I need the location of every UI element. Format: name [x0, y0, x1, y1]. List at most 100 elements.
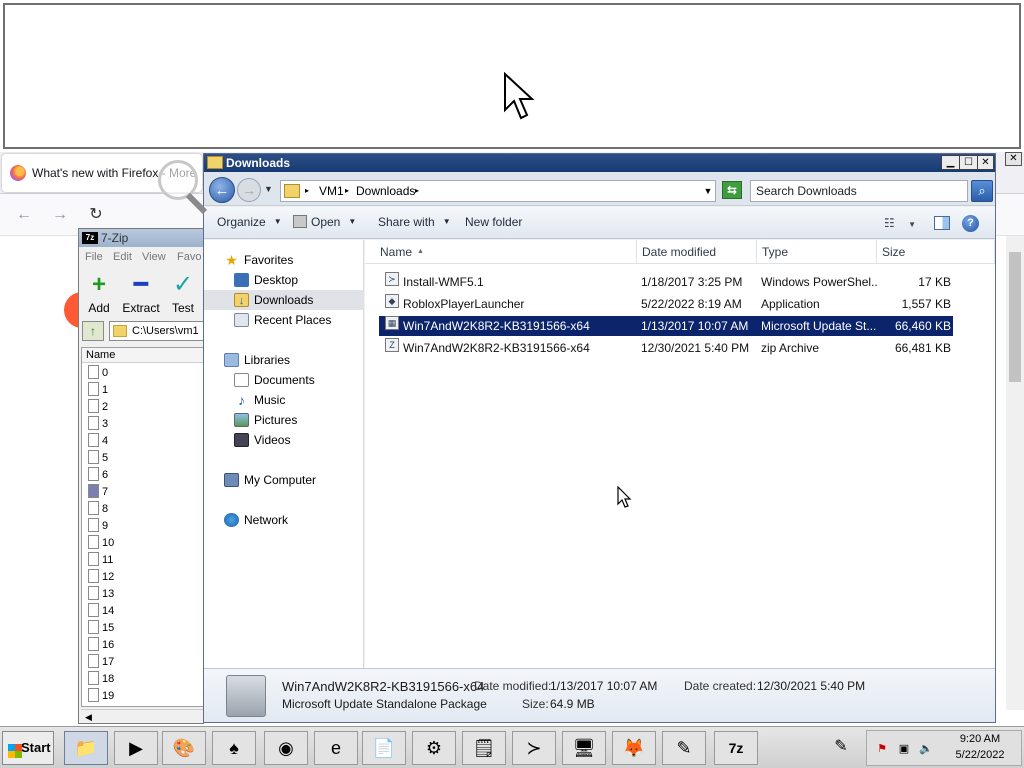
list-item[interactable]: 12 [88, 569, 198, 586]
list-item[interactable]: 17 [88, 654, 198, 671]
taskbar-sticky-notes-icon[interactable]: 🗒 [462, 731, 506, 765]
start-button[interactable]: Start [2, 731, 54, 765]
breadcrumb-downloads[interactable]: Downloads [356, 181, 415, 201]
taskbar-paint-icon[interactable]: 🎨 [162, 731, 206, 765]
list-item[interactable]: 9 [88, 518, 198, 535]
firefox-scrollbar[interactable] [1006, 236, 1024, 710]
scrollbar-thumb[interactable] [1009, 252, 1021, 382]
taskbar-media-player-icon[interactable]: ▶ [114, 731, 158, 765]
column-header-date-modified[interactable]: Date modified [637, 240, 757, 264]
column-header-size[interactable]: Size [877, 240, 995, 264]
list-item[interactable]: 11 [88, 552, 198, 569]
organize-button[interactable]: Organize ▼ [217, 215, 282, 229]
taskbar-control-panel-icon[interactable]: ⚙ [412, 731, 456, 765]
reload-icon[interactable]: ↻ [85, 204, 107, 226]
nav-downloads[interactable]: ↓ Downloads [204, 290, 364, 310]
column-header-name[interactable]: Name ▲ [375, 240, 637, 264]
clock-time[interactable]: 9:20 AM [940, 733, 1020, 745]
menu-edit[interactable]: Edit [113, 251, 132, 263]
network-tray-icon[interactable]: ▣ [897, 742, 911, 756]
volume-icon[interactable]: 🔈 [919, 742, 933, 756]
back-button[interactable]: ← [209, 177, 235, 203]
explorer-titlebar[interactable]: Downloads ▁ ☐ ✕ [204, 154, 995, 172]
nav-network[interactable]: Network [204, 510, 364, 530]
menu-file[interactable]: File [85, 251, 103, 263]
taskbar-solitaire-icon[interactable]: ♠ [212, 731, 256, 765]
extract-button[interactable]: ━ Extract [121, 273, 161, 316]
list-item[interactable]: 15 [88, 620, 198, 637]
taskbar-remote-desktop-icon[interactable]: 🖥 [562, 731, 606, 765]
nav-my-computer[interactable]: My Computer [204, 470, 364, 490]
nav-recent-places[interactable]: Recent Places [204, 310, 364, 330]
add-button[interactable]: + Add [79, 273, 119, 316]
close-button[interactable]: ✕ [977, 155, 994, 170]
flag-icon[interactable]: ⚑ [875, 742, 889, 756]
table-row[interactable]: ≻ Install-WMF5.1 1/18/2017 3:25 PM Windows … [379, 272, 953, 292]
scroll-left-icon[interactable]: ◀ [85, 712, 92, 722]
share-with-button[interactable]: Share with ▼ [378, 215, 451, 229]
list-item[interactable]: 16 [88, 637, 198, 654]
forward-arrow-icon[interactable]: → [49, 204, 71, 226]
forward-button[interactable]: → [237, 178, 261, 202]
list-item[interactable]: 18 [88, 671, 198, 688]
taskbar-explorer-icon[interactable]: 📁 [64, 731, 108, 765]
up-folder-icon[interactable]: ↑ [82, 321, 104, 341]
list-item[interactable]: 8 [88, 501, 198, 518]
help-icon[interactable]: ? [962, 215, 979, 232]
list-item[interactable]: 19 [88, 688, 198, 705]
list-item[interactable]: 6 [88, 467, 198, 484]
list-item[interactable]: 14 [88, 603, 198, 620]
breadcrumb[interactable]: ▸ VM1 ▸ Downloads ▸ [280, 180, 716, 202]
list-item[interactable]: 0 [88, 365, 198, 382]
menu-favorites[interactable]: Favo [177, 251, 201, 263]
taskbar-powershell-icon[interactable]: ≻ [512, 731, 556, 765]
test-button[interactable]: ✓ Test [163, 273, 203, 316]
list-item[interactable]: 5 [88, 450, 198, 467]
nav-favorites[interactable]: ★ Favorites [204, 250, 364, 270]
taskbar-notes-icon[interactable]: ✎ [662, 731, 706, 765]
nav-desktop[interactable]: Desktop [204, 270, 364, 290]
table-row[interactable]: Z Win7AndW2K8R2-KB3191566-x64 12/30/2021 5… [379, 338, 953, 358]
list-item[interactable]: 2 [88, 399, 198, 416]
open-button[interactable]: Open ▼ [293, 215, 356, 229]
sevenzip-titlebar[interactable]: 7z 7-Zip [79, 229, 203, 247]
column-header-type[interactable]: Type [757, 240, 877, 264]
nav-pictures[interactable]: Pictures [204, 410, 364, 430]
horizontal-scrollbar[interactable]: ◀ [81, 709, 203, 723]
preview-pane-icon[interactable] [934, 216, 950, 230]
new-folder-button[interactable]: New folder [465, 215, 522, 229]
list-item[interactable]: 3 [88, 416, 198, 433]
taskbar-internet-explorer-icon[interactable]: e [314, 731, 358, 765]
column-header-name[interactable]: Name [82, 348, 203, 363]
nav-libraries[interactable]: Libraries [204, 350, 364, 370]
nav-videos[interactable]: Videos [204, 430, 364, 450]
list-item[interactable]: 13 [88, 586, 198, 603]
list-item[interactable]: 10 [88, 535, 198, 552]
close-icon[interactable]: ✕ [1005, 152, 1022, 166]
table-row[interactable]: ◆ RobloxPlayerLauncher 5/22/2022 8:19 AM Ap… [379, 294, 953, 314]
list-item[interactable]: 7 [88, 484, 198, 501]
list-item[interactable]: 4 [88, 433, 198, 450]
maximize-button[interactable]: ☐ [959, 155, 978, 170]
table-row[interactable]: ▦ Win7AndW2K8R2-KB3191566-x64 1/13/2017 10… [379, 316, 953, 336]
back-arrow-icon[interactable]: ← [13, 204, 35, 226]
sevenzip-file-list[interactable]: Name 0 1 2 3 4 5 6 7 8 9 10 11 12 13 14 15 16 17 18 19 [81, 347, 203, 707]
address-dropdown-icon[interactable]: ▼ [700, 180, 716, 202]
search-icon[interactable]: ⌕ [971, 180, 993, 202]
taskbar-chrome-icon[interactable]: ◉ [264, 731, 308, 765]
taskbar-notepad-icon[interactable]: 📄 [362, 731, 406, 765]
nav-music[interactable]: ♪ Music [204, 390, 364, 410]
minimize-button[interactable]: ▁ [941, 155, 960, 170]
breadcrumb-vm1[interactable]: VM1 [319, 181, 344, 201]
menu-view[interactable]: View [142, 251, 166, 263]
change-view-button[interactable]: ☷ ▼ [884, 216, 920, 232]
taskbar-7-zip-icon[interactable]: 7z [714, 731, 758, 765]
recent-pages-dropdown[interactable]: ▼ [264, 180, 276, 198]
sevenzip-path-input[interactable]: C:\Users\vm1 [109, 321, 203, 341]
clock-date[interactable]: 5/22/2022 [940, 749, 1020, 761]
taskbar-firefox-icon[interactable]: 🦊 [612, 731, 656, 765]
nav-documents[interactable]: Documents [204, 370, 364, 390]
action-center-icon[interactable]: ✎ [830, 737, 852, 757]
search-input[interactable]: Search Downloads [750, 180, 968, 202]
refresh-button[interactable]: ⇆ [722, 181, 742, 199]
